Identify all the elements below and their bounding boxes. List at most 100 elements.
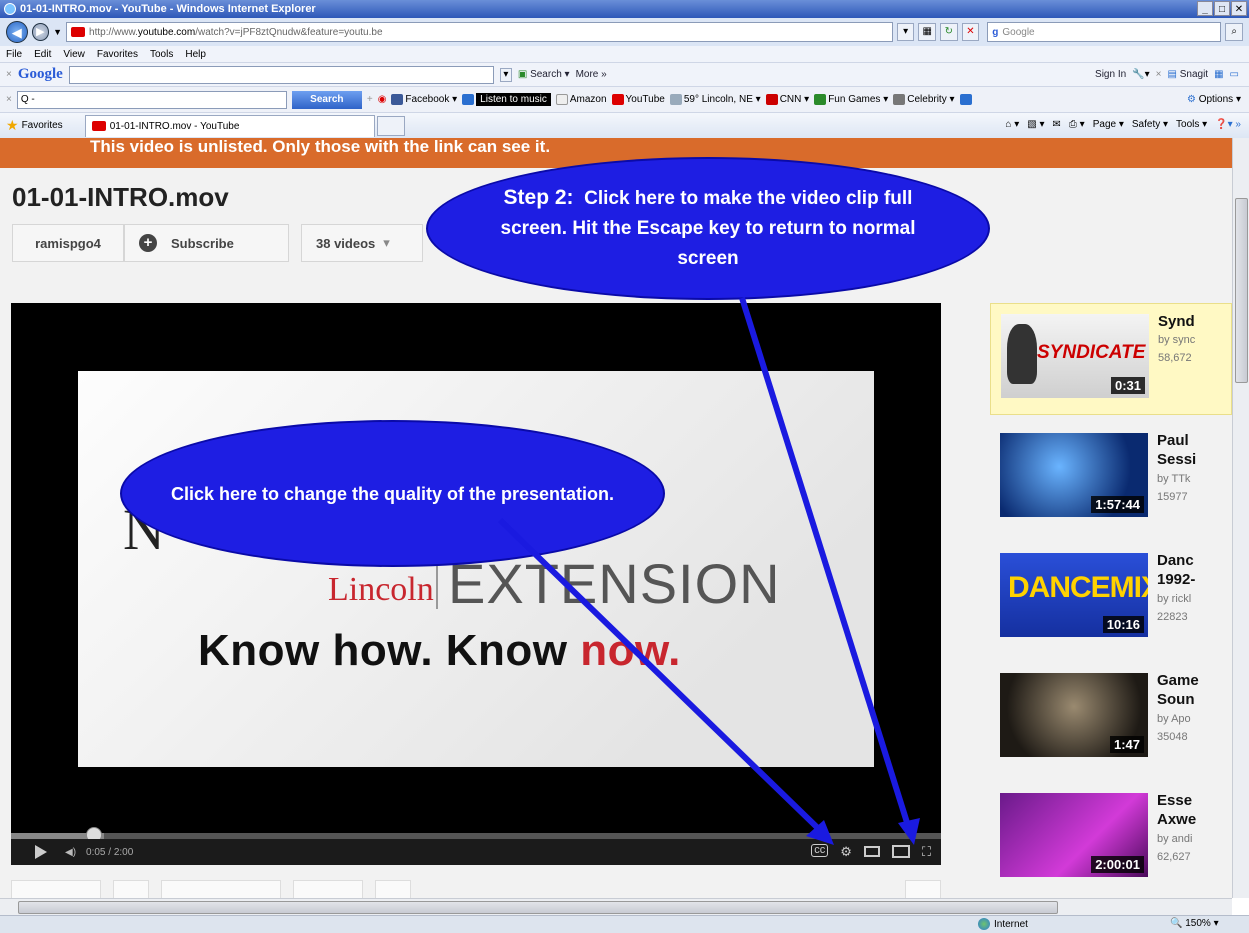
address-dropdown-icon[interactable]: ▾ xyxy=(896,23,915,41)
help-icon[interactable]: ❓▾ » xyxy=(1215,119,1241,130)
suggested-thumbnail[interactable]: DANCEMIX 10:16 xyxy=(1000,553,1148,637)
page-menu[interactable]: Page ▾ xyxy=(1093,119,1124,130)
like-button[interactable] xyxy=(11,880,101,898)
suggested-author[interactable]: by rickl xyxy=(1157,593,1232,605)
home-icon[interactable]: ⌂ ▾ xyxy=(1005,119,1019,130)
menu-favorites[interactable]: Favorites xyxy=(97,49,138,60)
ie-search-box[interactable]: g Google xyxy=(987,22,1222,42)
menu-view[interactable]: View xyxy=(63,49,85,60)
maximize-button[interactable]: □ xyxy=(1214,1,1230,16)
horizontal-scroll-thumb[interactable] xyxy=(18,901,1058,914)
favorites-button[interactable]: Favorites xyxy=(22,120,63,131)
toolbar-search-input[interactable]: Q - xyxy=(16,90,287,109)
suggested-title[interactable]: Synd xyxy=(1158,312,1232,331)
menu-tools[interactable]: Tools xyxy=(150,49,173,60)
google-search-button[interactable]: ▣ Search ▾ xyxy=(518,69,570,80)
videos-count-button[interactable]: 38 videos ▾ xyxy=(301,224,423,262)
suggested-video-4[interactable]: 1:47 Game Soun by Apo 35048 xyxy=(990,663,1232,775)
stop-icon[interactable]: ✕ xyxy=(961,23,980,41)
google-dropdown-icon[interactable]: ▾ xyxy=(499,67,512,82)
share-button[interactable] xyxy=(293,880,363,898)
link-fun-games[interactable]: Fun Games ▾ xyxy=(814,93,888,105)
menu-file[interactable]: File xyxy=(6,49,22,60)
toolbar-options[interactable]: ⚙ Options ▾ xyxy=(1187,94,1241,105)
feeds-icon[interactable]: ▧ ▾ xyxy=(1027,119,1044,130)
suggested-video-2[interactable]: 1:57:44 Paul Sessi by TTk 15977 xyxy=(990,423,1232,535)
suggested-author[interactable]: by andi xyxy=(1157,833,1232,845)
link-weather[interactable]: 59° Lincoln, NE ▾ xyxy=(669,93,761,105)
suggested-author[interactable]: by sync xyxy=(1158,334,1232,346)
toolbar-search-button[interactable]: Search xyxy=(291,90,362,109)
minimize-button[interactable]: _ xyxy=(1197,1,1213,16)
suggested-title[interactable]: Danc 1992- xyxy=(1157,551,1232,589)
menu-help[interactable]: Help xyxy=(185,49,206,60)
print-icon[interactable]: ⎙ ▾ xyxy=(1069,119,1085,130)
more-button[interactable] xyxy=(375,880,411,898)
search-icon[interactable]: ⌕ xyxy=(1225,23,1243,41)
security-zone[interactable]: Internet xyxy=(978,918,1028,930)
favorites-star-icon[interactable]: ★ xyxy=(6,117,19,134)
link-amazon[interactable]: Amazon xyxy=(555,93,607,105)
toolbar-brand-icon[interactable]: ◉ xyxy=(378,94,387,105)
vertical-scrollbar[interactable] xyxy=(1232,138,1249,898)
suggested-thumbnail[interactable]: 1:57:44 xyxy=(1000,433,1148,517)
sign-in-link[interactable]: Sign In xyxy=(1095,69,1126,80)
google-search-input[interactable] xyxy=(68,65,494,84)
suggested-thumbnail[interactable]: 2:00:01 xyxy=(1000,793,1148,877)
suggested-author[interactable]: by Apo xyxy=(1157,713,1232,725)
toolbar-close-icon[interactable]: × xyxy=(1156,69,1162,80)
wrench-icon[interactable]: 🔧▾ xyxy=(1132,69,1149,80)
subscribe-button[interactable]: + Subscribe xyxy=(124,224,289,262)
toolbar-extra-icon[interactable] xyxy=(959,93,974,105)
suggested-video-3[interactable]: DANCEMIX 10:16 Danc 1992- by rickl 22823 xyxy=(990,543,1232,655)
suggested-video-1[interactable]: SYNDICATE 0:31 Synd by sync 58,672 xyxy=(990,303,1232,415)
link-cnn[interactable]: CNN ▾ xyxy=(765,93,809,105)
fullscreen-icon[interactable]: ⛶ xyxy=(922,844,931,860)
snagit-capture-icon[interactable]: ▦ xyxy=(1214,69,1223,80)
address-bar[interactable]: http://www. youtube.com /watch?v=jPF8ztQ… xyxy=(66,22,893,42)
suggested-thumbnail[interactable]: 1:47 xyxy=(1000,673,1148,757)
browser-tab[interactable]: 01-01-INTRO.mov - YouTube xyxy=(84,114,375,137)
suggested-video-5[interactable]: 2:00:01 Esse Axwe by andi 62,627 xyxy=(990,783,1232,895)
mail-icon[interactable]: ✉ xyxy=(1053,119,1061,130)
play-icon[interactable] xyxy=(35,845,47,859)
small-player-icon[interactable] xyxy=(863,846,880,857)
link-facebook[interactable]: Facebook ▾ xyxy=(391,93,457,105)
settings-gear-icon[interactable]: ⚙ xyxy=(840,844,852,860)
compatibility-view-icon[interactable]: ▦ xyxy=(918,23,937,41)
link-celebrity[interactable]: Celebrity ▾ xyxy=(893,93,955,105)
link-youtube[interactable]: YouTube xyxy=(611,93,665,105)
new-tab-button[interactable] xyxy=(376,115,405,136)
dislike-button[interactable] xyxy=(113,880,149,898)
suggested-author[interactable]: by TTk xyxy=(1157,473,1232,485)
add-to-button[interactable] xyxy=(161,880,281,898)
menu-edit[interactable]: Edit xyxy=(34,49,51,60)
zoom-level[interactable]: 🔍 150% ▾ xyxy=(1170,918,1219,929)
link-listen-music[interactable]: Listen to music xyxy=(462,93,551,107)
suggested-thumbnail[interactable]: SYNDICATE 0:31 xyxy=(1001,314,1149,398)
suggested-title[interactable]: Game Soun xyxy=(1157,671,1232,709)
large-player-icon[interactable] xyxy=(891,845,910,858)
video-player[interactable]: N Lincoln EXTENSION Know how. Know now. … xyxy=(11,303,941,865)
close-button[interactable]: ✕ xyxy=(1231,1,1247,16)
captions-icon[interactable]: cc xyxy=(811,844,829,857)
safety-menu[interactable]: Safety ▾ xyxy=(1132,119,1168,130)
vertical-scroll-thumb[interactable] xyxy=(1235,198,1248,383)
back-button[interactable]: ◀ xyxy=(6,21,28,43)
forward-button[interactable]: ▶ xyxy=(31,23,50,41)
volume-icon[interactable]: ◀) xyxy=(65,847,76,858)
callout-quality-text: Click here to change the quality of the … xyxy=(170,483,615,504)
horizontal-scrollbar[interactable] xyxy=(0,898,1232,915)
snagit-button[interactable]: ▤ Snagit xyxy=(1168,69,1209,80)
refresh-icon[interactable]: ↻ xyxy=(940,23,958,41)
tools-menu[interactable]: Tools ▾ xyxy=(1176,119,1207,130)
channel-link[interactable]: ramispgo4 xyxy=(12,224,124,262)
suggested-title[interactable]: Esse Axwe xyxy=(1157,791,1232,829)
recent-pages-dropdown-icon[interactable]: ▼ xyxy=(53,27,62,37)
close-links-toolbar-icon[interactable]: × xyxy=(6,94,12,105)
google-more-button[interactable]: More » xyxy=(576,69,607,80)
snagit-window-icon[interactable]: ▭ xyxy=(1230,69,1239,80)
close-toolbar-icon[interactable]: × xyxy=(6,69,12,80)
stats-button[interactable] xyxy=(905,880,941,898)
suggested-title[interactable]: Paul Sessi xyxy=(1157,431,1232,469)
